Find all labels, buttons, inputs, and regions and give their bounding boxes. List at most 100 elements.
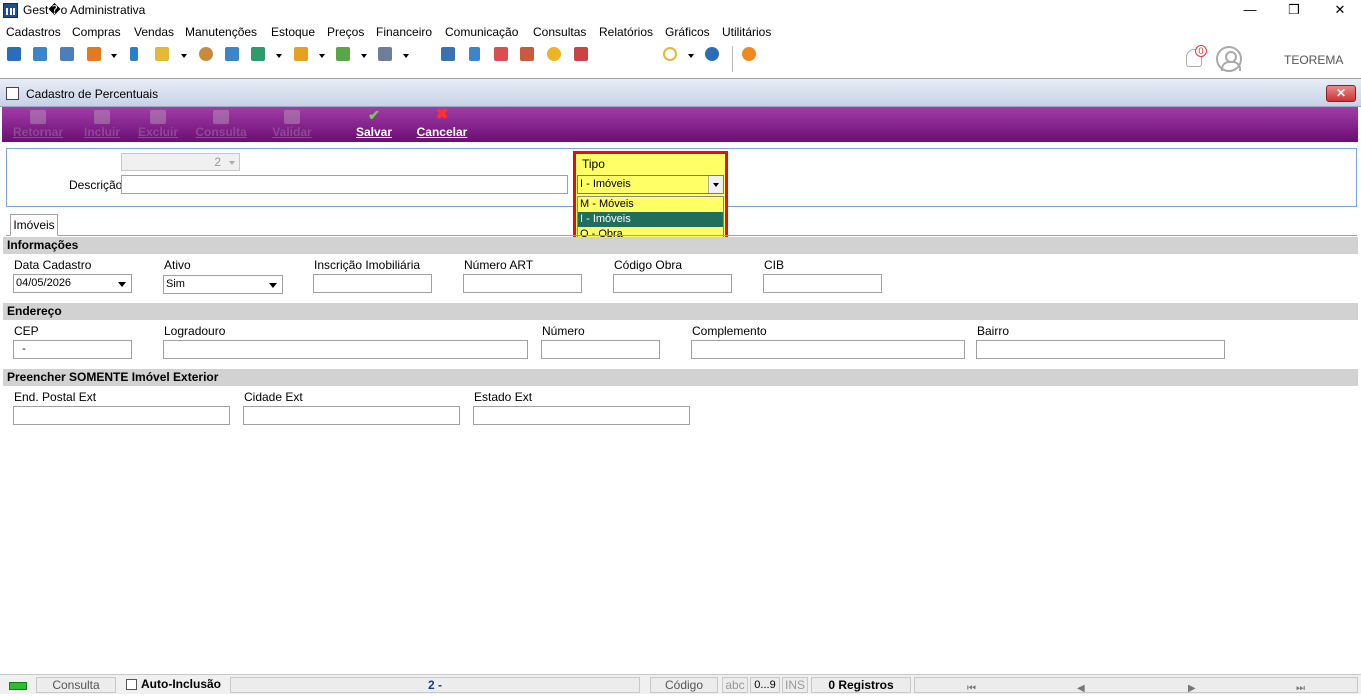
action-bar: Retornar Incluir Excluir Consulta Valida…: [2, 107, 1358, 142]
lock-icon[interactable]: [547, 47, 561, 61]
tipo-option-imoveis[interactable]: I - Imóveis: [578, 212, 723, 227]
incluir-label: Incluir: [83, 125, 120, 139]
codigo-obra-input[interactable]: [613, 274, 732, 293]
numero-art-input[interactable]: [463, 274, 582, 293]
cidade-ext-label: Cidade Ext: [244, 390, 303, 404]
cib-input[interactable]: [763, 274, 882, 293]
document-icon[interactable]: [130, 47, 138, 61]
user-name: TEOREMA: [1284, 53, 1344, 67]
menu-consultas[interactable]: Consultas: [533, 25, 586, 39]
menu-vendas[interactable]: Vendas: [134, 25, 174, 39]
bairro-input[interactable]: [976, 340, 1225, 359]
agenda-icon[interactable]: [520, 47, 534, 61]
toolbar-separator: [732, 46, 733, 72]
numero-input[interactable]: [541, 340, 660, 359]
incluir-button[interactable]: Incluir: [74, 107, 130, 142]
child-close-button[interactable]: ✕: [1326, 85, 1356, 102]
user-avatar-icon[interactable]: [1216, 46, 1242, 72]
tipo-select-value: I - Imóveis: [580, 178, 631, 190]
minimize-button[interactable]: —: [1240, 2, 1260, 18]
folder-icon[interactable]: [155, 47, 169, 61]
auto-inclusao-checkbox[interactable]: [126, 679, 137, 690]
chevron-down-icon[interactable]: [361, 54, 367, 58]
folder-blue-icon[interactable]: [7, 47, 21, 61]
info-icon[interactable]: [705, 47, 719, 61]
status-ins: INS: [782, 677, 808, 693]
restore-button[interactable]: ❒: [1284, 2, 1304, 18]
chevron-down-icon[interactable]: [181, 54, 187, 58]
chevron-down-icon[interactable]: [708, 176, 723, 193]
complemento-input[interactable]: [691, 340, 965, 359]
person-icon[interactable]: [199, 47, 213, 61]
excluir-label: Excluir: [137, 125, 179, 139]
calculator-icon[interactable]: [469, 47, 480, 61]
chevron-down-icon[interactable]: [688, 54, 694, 58]
menu-manutencoes[interactable]: Manutenções: [185, 25, 257, 39]
cidade-ext-input[interactable]: [243, 406, 460, 425]
status-record: 2 -: [230, 677, 640, 693]
menu-comunicacao[interactable]: Comunicação: [445, 25, 518, 39]
estado-ext-input[interactable]: [473, 406, 690, 425]
ativo-select[interactable]: Sim: [163, 275, 283, 294]
data-cadastro-field[interactable]: 04/05/2026: [13, 274, 132, 293]
data-cadastro-label: Data Cadastro: [14, 258, 92, 272]
printer-icon[interactable]: [378, 47, 392, 61]
cancelar-button[interactable]: ✖ Cancelar: [410, 107, 474, 142]
menu-estoque[interactable]: Estoque: [271, 25, 315, 39]
end-postal-ext-input[interactable]: [13, 406, 230, 425]
consulta-button[interactable]: Consulta: [190, 107, 252, 142]
users-icon[interactable]: [33, 47, 47, 61]
menu-financeiro[interactable]: Financeiro: [376, 25, 432, 39]
calendar-icon[interactable]: [494, 47, 508, 61]
child-window-title: Cadastro de Percentuais: [26, 87, 159, 101]
check-icon: ✔: [368, 107, 380, 123]
calculator-grid-icon[interactable]: [441, 47, 455, 61]
cancel-x-icon: ✖: [435, 106, 449, 123]
retornar-label: Retornar: [12, 125, 63, 139]
tipo-option-moveis[interactable]: M - Móveis: [578, 197, 723, 212]
nav-panel: ⏮ ◀ ▶ ⏭: [914, 677, 1358, 694]
bairro-label: Bairro: [977, 324, 1010, 338]
numero-art-label: Número ART: [464, 258, 534, 272]
ativo-label: Ativo: [164, 258, 191, 272]
logradouro-label: Logradouro: [164, 324, 226, 338]
chevron-down-icon[interactable]: [111, 54, 117, 58]
chevron-down-icon[interactable]: [276, 54, 282, 58]
close-window-button[interactable]: ✕: [1330, 2, 1350, 18]
menu-bar: Cadastros Compras Vendas Manutenções Est…: [0, 22, 1361, 42]
excluir-button[interactable]: Excluir: [130, 107, 186, 142]
menu-utilitarios[interactable]: Utilitários: [722, 25, 771, 39]
logradouro-input[interactable]: [163, 340, 528, 359]
tab-imoveis[interactable]: Imóveis: [10, 214, 58, 236]
chevron-down-icon[interactable]: [403, 54, 409, 58]
card-icon[interactable]: [60, 47, 74, 61]
salvar-label: Salvar: [355, 125, 393, 139]
money-icon[interactable]: [336, 47, 350, 61]
menu-graficos[interactable]: Gráficos: [665, 25, 710, 39]
cep-label: CEP: [14, 324, 39, 338]
star-icon[interactable]: [663, 47, 677, 61]
box-icon[interactable]: [294, 47, 308, 61]
chevron-down-icon[interactable]: [319, 54, 325, 58]
checklist-icon: [284, 110, 300, 124]
tipo-select[interactable]: I - Imóveis: [577, 175, 724, 194]
undo-icon: [30, 110, 46, 124]
cart-icon[interactable]: [251, 47, 265, 61]
dollar-icon[interactable]: [225, 47, 239, 61]
cep-input[interactable]: -: [13, 340, 132, 359]
code-value: 2: [214, 155, 221, 169]
salvar-button[interactable]: ✔ Salvar: [346, 107, 402, 142]
menu-cadastros[interactable]: Cadastros: [6, 25, 61, 39]
power-icon[interactable]: [742, 47, 756, 61]
consulta-label: Consulta: [195, 125, 247, 139]
report-icon[interactable]: [574, 47, 588, 61]
retornar-button[interactable]: Retornar: [6, 107, 70, 142]
hierarchy-icon[interactable]: [87, 47, 101, 61]
menu-relatorios[interactable]: Relatórios: [599, 25, 653, 39]
validar-button[interactable]: Validar: [264, 107, 320, 142]
inscricao-imobiliaria-input[interactable]: [313, 274, 432, 293]
menu-compras[interactable]: Compras: [72, 25, 121, 39]
end-postal-ext-label: End. Postal Ext: [14, 390, 97, 404]
descricao-input[interactable]: [121, 175, 568, 194]
menu-precos[interactable]: Preços: [327, 25, 364, 39]
